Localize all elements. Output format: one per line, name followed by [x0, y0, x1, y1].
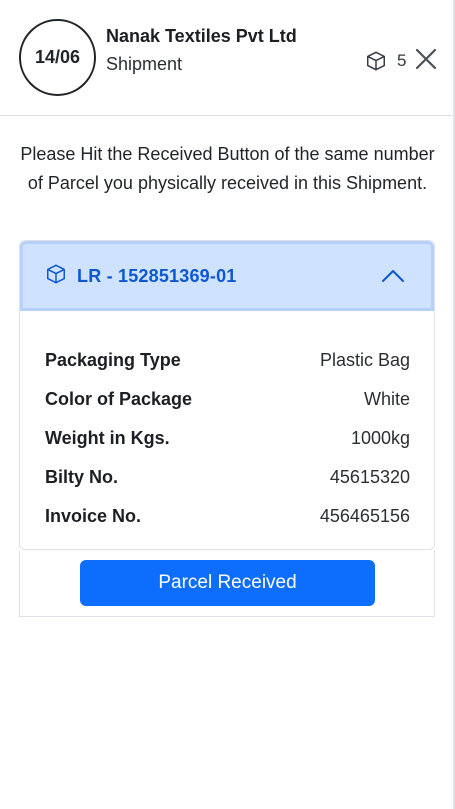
chevron-up-icon[interactable] — [381, 268, 405, 289]
detail-label: Color of Package — [45, 389, 193, 409]
parcel-details: Packaging Type Plastic Bag Color of Pack… — [45, 341, 410, 536]
parcel-received-button[interactable]: Parcel Received — [80, 560, 375, 606]
detail-row: Color of Package White — [45, 380, 410, 419]
detail-label: Invoice No. — [45, 506, 142, 526]
detail-label: Bilty No. — [45, 467, 119, 487]
date-badge: 14/06 — [19, 19, 96, 96]
close-icon — [413, 48, 439, 76]
company-name: Nanak Textiles Pvt Ltd — [106, 26, 297, 46]
detail-row: Invoice No. 456465156 — [45, 497, 410, 536]
box-icon — [45, 263, 67, 290]
page-subtitle: Shipment — [106, 54, 183, 74]
close-button[interactable] — [413, 46, 439, 72]
parcel-count-value: 5 — [397, 51, 407, 70]
detail-value: 456465156 — [319, 506, 410, 526]
detail-value: 1000kg — [350, 428, 410, 448]
accordion-header[interactable]: LR - 152851369-01 — [20, 241, 434, 311]
detail-row: Weight in Kgs. 1000kg — [45, 419, 410, 458]
detail-row: Bilty No. 45615320 — [45, 458, 410, 497]
detail-value: 45615320 — [329, 467, 410, 487]
detail-row: Packaging Type Plastic Bag — [45, 341, 410, 380]
parcel-count: 5 — [365, 50, 406, 72]
parcel-accordion: LR - 152851369-01 Packaging Type Plastic… — [19, 240, 435, 550]
lr-number: LR - 152851369-01 — [77, 265, 237, 286]
header: 14/06 Nanak Textiles Pvt Ltd Shipment 5 — [0, 0, 453, 116]
detail-value: Plastic Bag — [319, 350, 410, 370]
shipment-panel: 14/06 Nanak Textiles Pvt Ltd Shipment 5 … — [0, 0, 455, 809]
detail-label: Weight in Kgs. — [45, 428, 170, 448]
box-icon — [365, 50, 387, 72]
action-footer: Parcel Received — [19, 550, 435, 617]
detail-label: Packaging Type — [45, 350, 181, 370]
instruction-text: Please Hit the Received Button of the sa… — [20, 144, 435, 193]
detail-value: White — [363, 389, 410, 409]
